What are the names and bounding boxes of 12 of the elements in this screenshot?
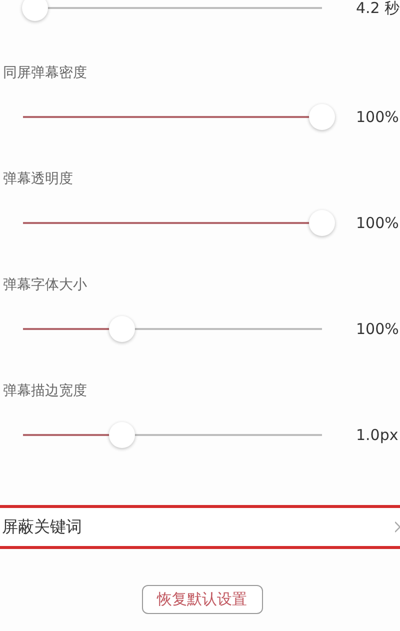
slider-value: 100% (356, 320, 399, 338)
setting-label: 弹幕描边宽度 (3, 383, 87, 399)
setting-label: 弹幕字体大小 (3, 277, 87, 293)
setting-label: 弹幕透明度 (3, 171, 73, 187)
keyword-field-row[interactable]: 屏蔽关键词 (0, 505, 400, 549)
slider-value: 4.2 秒 (356, 0, 400, 18)
keyword-label: 屏蔽关键词 (2, 516, 82, 538)
slider-value: 100% (356, 214, 399, 232)
slider-value: 1.0px (356, 426, 398, 444)
reset-button[interactable]: 恢复默认设置 (142, 585, 262, 614)
setting-label: 同屏弹幕密度 (3, 65, 87, 81)
slider-value: 100% (356, 108, 399, 126)
